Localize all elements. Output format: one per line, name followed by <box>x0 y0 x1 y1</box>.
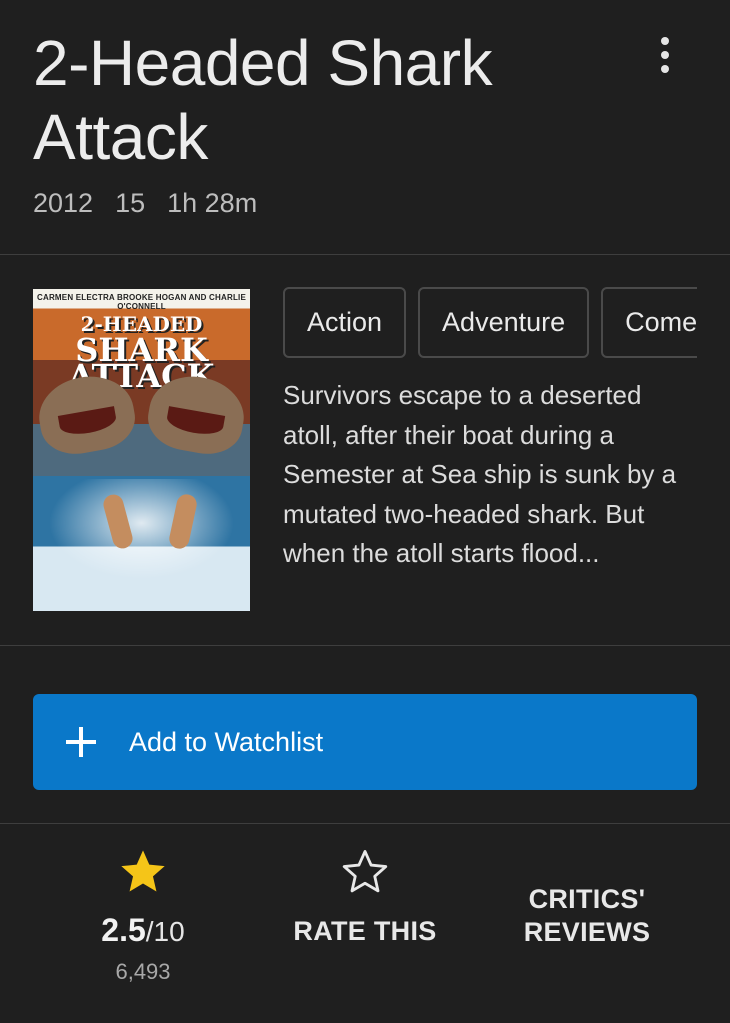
divider <box>0 823 730 824</box>
more-vertical-icon <box>661 37 669 45</box>
genre-chip-comedy[interactable]: Comedy <box>601 287 697 358</box>
more-options-button[interactable] <box>645 30 685 80</box>
movie-title: 2-Headed Shark Attack <box>33 27 493 173</box>
genre-chip-adventure[interactable]: Adventure <box>418 287 590 358</box>
rating-votes: 6,493 <box>115 959 171 984</box>
poster-shark-mouth <box>57 405 118 438</box>
watchlist-label: Add to Watchlist <box>129 726 324 757</box>
title-header: 2-Headed Shark Attack 2012 15 1h 28m <box>0 0 730 255</box>
genre-chip-action[interactable]: Action <box>283 287 407 358</box>
genre-chips: Action Adventure Comedy <box>283 287 697 358</box>
poster-water-spray <box>33 479 250 589</box>
poster-cast: CARMEN ELECTRA BROOKE HOGAN AND CHARLIE … <box>37 293 246 311</box>
divider <box>0 254 730 255</box>
divider <box>0 645 730 646</box>
rating-score: 2.5/10 <box>43 912 243 949</box>
plus-icon <box>64 725 98 759</box>
certificate: 15 <box>115 188 146 218</box>
rate-this-button[interactable]: RATE THIS <box>265 846 465 947</box>
critics-reviews-button[interactable]: CRITICS' REVIEWS <box>487 883 687 949</box>
rating-value: 2.5 <box>101 912 146 948</box>
runtime: 1h 28m <box>167 188 258 218</box>
critics-label-line: CRITICS' <box>528 884 646 914</box>
genre-chips-track: Action Adventure Comedy <box>283 287 697 358</box>
movie-poster[interactable]: CARMEN ELECTRA BROOKE HOGAN AND CHARLIE … <box>33 289 250 611</box>
imdb-rating[interactable]: 2.5/10 6,493 <box>43 846 243 985</box>
poster-title: 2-HEADED SHARK ATTACK <box>33 311 250 392</box>
poster-shark-mouth <box>165 405 226 438</box>
release-year: 2012 <box>33 188 94 218</box>
plot-synopsis[interactable]: Survivors escape to a deserted atoll, af… <box>283 376 703 574</box>
more-vertical-icon-dot <box>661 65 669 73</box>
more-vertical-icon-dot <box>661 51 669 59</box>
star-outline-icon <box>342 850 388 893</box>
add-to-watchlist-button[interactable]: Add to Watchlist <box>33 694 697 790</box>
star-filled-icon <box>121 850 165 892</box>
movie-meta: 2012 15 1h 28m <box>33 188 257 219</box>
rating-scale: /10 <box>145 916 185 947</box>
critics-label-line: REVIEWS <box>523 917 651 947</box>
rate-this-label: RATE THIS <box>293 916 437 946</box>
